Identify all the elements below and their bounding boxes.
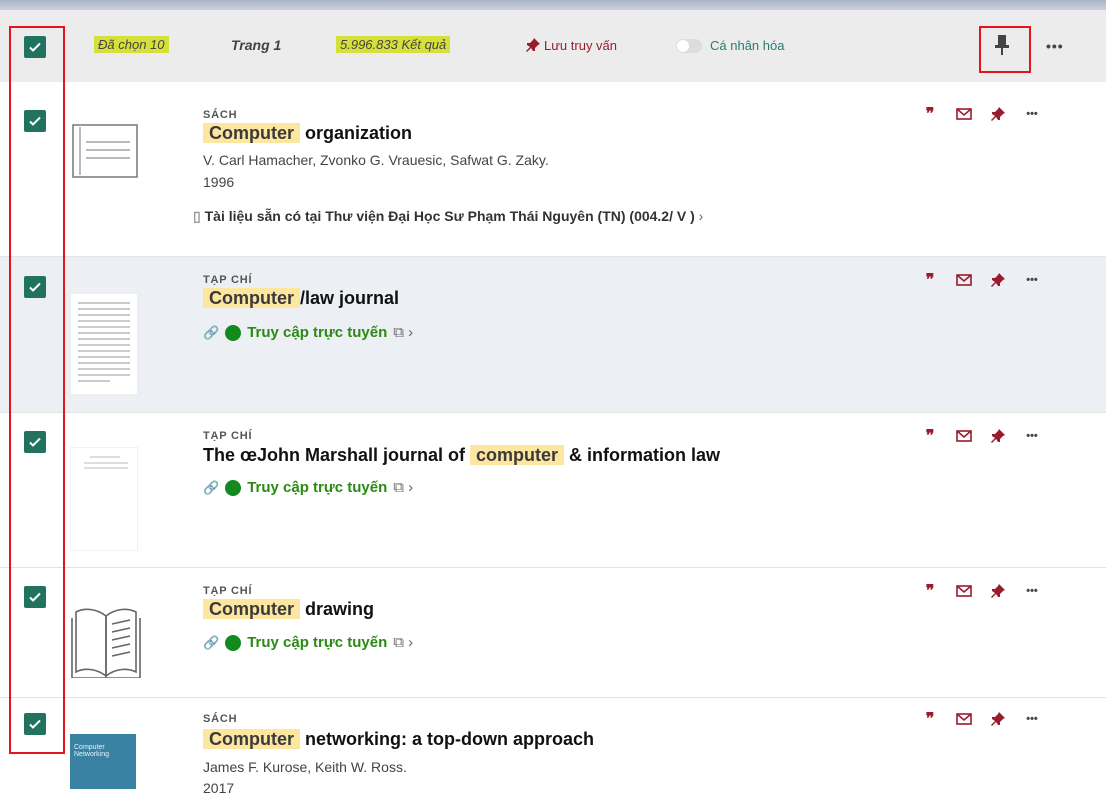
pin-icon[interactable] — [981, 104, 1015, 124]
quote-icon[interactable]: ❞ — [913, 709, 947, 729]
result-item[interactable]: TẠP CHÍ The œJohn Marshall journal of co… — [0, 413, 1106, 568]
result-item[interactable]: TẠP CHÍ Computer/law journal 🔗 Truy cập … — [0, 257, 1106, 413]
external-link-icon: ⧉ › — [393, 634, 414, 651]
external-link-icon: ⧉ › — [393, 324, 414, 341]
link-icon: 🔗 — [203, 634, 220, 650]
record-title[interactable]: Computer networking: a top-down approach — [203, 729, 594, 750]
book-cover-thumbnail: Computer Networking — [70, 734, 136, 789]
more-icon[interactable]: ••• — [1046, 38, 1064, 54]
online-access-link[interactable]: 🔗 Truy cập trực tuyến ⧉ › — [203, 634, 413, 651]
pin-icon[interactable] — [981, 426, 1015, 446]
record-title[interactable]: Computer organization — [203, 123, 412, 144]
open-book-icon — [71, 608, 141, 678]
book-thumbnail-icon — [72, 124, 138, 178]
library-icon: ▯ — [193, 208, 201, 224]
record-year: 2017 — [203, 780, 235, 796]
results-toolbar: Đã chọn 10 Trang 1 5.996.833 Kết quả Lưu… — [0, 10, 1106, 82]
email-icon[interactable] — [947, 709, 981, 729]
personalize-label: Cá nhân hóa — [710, 38, 785, 53]
save-query-label: Lưu truy vấn — [544, 37, 618, 53]
page-indicator: Trang 1 — [231, 37, 282, 53]
more-icon[interactable]: ••• — [1015, 709, 1049, 729]
email-icon[interactable] — [947, 426, 981, 446]
journal-thumbnail-icon — [70, 447, 138, 551]
availability-link[interactable]: ▯ Tài liệu sẵn có tại Thư viện Đại Học S… — [193, 208, 703, 225]
external-link-icon: ⧉ › — [393, 479, 414, 496]
more-icon[interactable]: ••• — [1015, 581, 1049, 601]
record-type: TẠP CHÍ — [203, 585, 253, 597]
toggle-switch[interactable] — [676, 38, 702, 53]
record-type: TẠP CHÍ — [203, 274, 253, 286]
checkbox-column-highlight — [9, 26, 65, 754]
more-icon[interactable]: ••• — [1015, 270, 1049, 290]
pin-icon[interactable] — [981, 270, 1015, 290]
record-year: 1996 — [203, 174, 235, 190]
more-icon[interactable]: ••• — [1015, 426, 1049, 446]
record-authors: James F. Kurose, Keith W. Ross. — [203, 759, 407, 775]
pin-icon — [526, 38, 540, 52]
quote-icon[interactable]: ❞ — [913, 104, 947, 124]
pin-icon[interactable] — [981, 709, 1015, 729]
quote-icon[interactable]: ❞ — [913, 270, 947, 290]
results-count: 5.996.833 Kết quả — [336, 36, 451, 53]
result-item[interactable]: TẠP CHÍ Computer drawing 🔗 Truy cập trực… — [0, 568, 1106, 698]
quote-icon[interactable]: ❞ — [913, 581, 947, 601]
record-type: SÁCH — [203, 713, 238, 725]
link-icon: 🔗 — [203, 324, 220, 340]
online-status-dot — [225, 324, 242, 341]
record-title[interactable]: The œJohn Marshall journal of computer &… — [203, 445, 720, 466]
pin-icon[interactable] — [981, 581, 1015, 601]
online-access-link[interactable]: 🔗 Truy cập trực tuyến ⧉ › — [203, 324, 413, 341]
personalize-toggle[interactable]: Cá nhân hóa — [676, 38, 784, 53]
link-icon: 🔗 — [203, 479, 220, 495]
online-status-dot — [225, 479, 242, 496]
record-type: TẠP CHÍ — [203, 430, 253, 442]
quote-icon[interactable]: ❞ — [913, 426, 947, 446]
online-access-link[interactable]: 🔗 Truy cập trực tuyến ⧉ › — [203, 479, 413, 496]
more-icon[interactable]: ••• — [1015, 104, 1049, 124]
save-query-button[interactable]: Lưu truy vấn — [525, 37, 617, 53]
top-banner-strip — [0, 0, 1106, 10]
pin-button-highlight — [979, 26, 1031, 73]
email-icon[interactable] — [947, 270, 981, 290]
record-title[interactable]: Computer drawing — [203, 599, 374, 620]
chevron-right-icon: › — [698, 208, 704, 224]
record-type: SÁCH — [203, 109, 238, 121]
email-icon[interactable] — [947, 581, 981, 601]
record-title[interactable]: Computer/law journal — [203, 288, 399, 309]
selected-count: Đã chọn 10 — [94, 36, 169, 53]
result-item[interactable]: SÁCH Computer organization V. Carl Hamac… — [0, 82, 1106, 257]
online-status-dot — [225, 634, 242, 651]
result-item[interactable]: Computer Networking SÁCH Computer networ… — [0, 698, 1106, 796]
journal-thumbnail-icon — [70, 293, 138, 395]
record-authors: V. Carl Hamacher, Zvonko G. Vrauesic, Sa… — [203, 152, 549, 168]
email-icon[interactable] — [947, 104, 981, 124]
